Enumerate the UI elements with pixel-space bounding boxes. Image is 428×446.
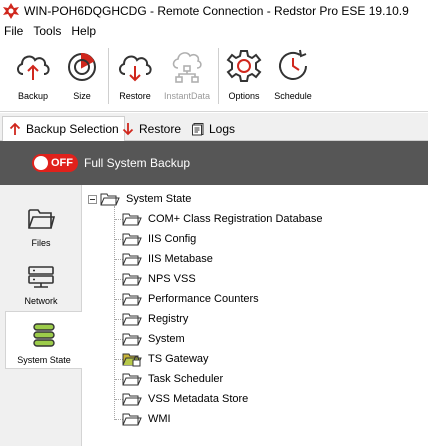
tree-node-system[interactable]: System xyxy=(122,330,185,348)
tree-node-iis-config[interactable]: IIS Config xyxy=(122,230,196,248)
menu-help[interactable]: Help xyxy=(67,24,102,38)
arrow-up-icon xyxy=(9,122,21,135)
sidebar-item-label: Network xyxy=(24,296,58,306)
tab-label: Logs xyxy=(209,121,236,136)
folder-icon xyxy=(122,313,142,326)
ribbon-toolbar: Backup Size Restore InstantData Options … xyxy=(0,42,428,112)
folder-icon xyxy=(28,209,56,229)
tree-node-iis-metabase[interactable]: IIS Metabase xyxy=(122,250,213,268)
tree-node-com-class-registration[interactable]: COM+ Class Registration Database xyxy=(122,210,323,228)
options-button[interactable]: Options xyxy=(224,46,264,106)
backup-button[interactable]: Backup xyxy=(12,46,54,106)
toggle-state-label: OFF xyxy=(51,157,73,169)
tree-node-label: Performance Counters xyxy=(148,293,259,305)
toggle-knob xyxy=(34,156,48,170)
gear-icon xyxy=(226,50,262,82)
instantdata-icon xyxy=(172,52,202,83)
folder-open-icon xyxy=(100,193,120,206)
restore-label: Restore xyxy=(119,91,151,101)
tree-node-label: VSS Metadata Store xyxy=(148,393,249,405)
tab-restore[interactable]: Restore xyxy=(116,116,186,141)
options-label: Options xyxy=(228,91,260,101)
folder-icon xyxy=(122,253,142,266)
tree-node-registry[interactable]: Registry xyxy=(122,310,188,328)
full-system-backup-toggle[interactable]: OFF xyxy=(32,154,78,172)
tree-node-ts-gateway[interactable]: TS Gateway xyxy=(122,350,209,368)
tab-label: Backup Selection xyxy=(26,122,119,136)
tree-node-task-scheduler[interactable]: Task Scheduler xyxy=(122,370,223,388)
system-state-icon xyxy=(33,323,55,347)
arrow-down-icon xyxy=(122,122,134,135)
folder-icon xyxy=(122,273,142,286)
sidebar-item-network[interactable]: Network xyxy=(6,253,76,311)
menu-bar: File Tools Help xyxy=(0,21,428,41)
cloud-upload-icon xyxy=(17,55,50,80)
tree-node-label: System State xyxy=(126,193,192,205)
tree-node-label: IIS Metabase xyxy=(148,253,213,265)
sidebar-item-label: System State xyxy=(17,355,71,365)
instantdata-button[interactable]: InstantData xyxy=(162,46,212,106)
clock-icon xyxy=(279,49,307,80)
tree-node-label: WMI xyxy=(148,413,171,425)
folder-icon xyxy=(122,233,142,246)
folder-icon xyxy=(122,213,142,226)
tree-node-label: TS Gateway xyxy=(148,353,209,365)
network-icon xyxy=(28,266,54,288)
restore-button[interactable]: Restore xyxy=(114,46,156,106)
sidebar-item-system-state[interactable]: System State xyxy=(5,311,82,369)
menu-tools[interactable]: Tools xyxy=(29,24,67,38)
banner-title: Full System Backup xyxy=(84,156,191,170)
tree-node-nps-vss[interactable]: NPS VSS xyxy=(122,270,196,288)
tree-node-label: COM+ Class Registration Database xyxy=(148,213,323,225)
folder-icon xyxy=(122,293,142,306)
size-label: Size xyxy=(73,91,91,101)
title-bar: WIN-POH6DQGHCDG - Remote Connection - Re… xyxy=(0,0,428,21)
tree-node-performance-counters[interactable]: Performance Counters xyxy=(122,290,259,308)
tree-node-label: Task Scheduler xyxy=(148,373,224,385)
tab-label: Restore xyxy=(139,121,182,136)
ribbon-separator xyxy=(108,48,109,104)
sidebar-item-files[interactable]: Files xyxy=(6,195,76,253)
size-button[interactable]: Size xyxy=(62,46,102,106)
tree-node-label: IIS Config xyxy=(148,233,197,245)
ribbon-separator xyxy=(218,48,219,104)
tree-node-label: NPS VSS xyxy=(148,273,196,285)
system-state-tree: System State COM+ Class Registration Dat… xyxy=(82,185,428,446)
tab-strip: Backup Selection Restore Logs xyxy=(0,113,428,142)
logs-icon xyxy=(192,122,204,135)
folder-icon xyxy=(122,373,142,386)
locked-folder-icon xyxy=(122,353,142,367)
cloud-download-icon xyxy=(119,55,152,82)
tab-backup-selection[interactable]: Backup Selection xyxy=(2,116,125,142)
folder-icon xyxy=(122,413,142,426)
window-title: WIN-POH6DQGHCDG - Remote Connection - Re… xyxy=(24,3,409,18)
folder-icon xyxy=(122,393,142,406)
sidebar-item-label: Files xyxy=(31,238,51,248)
tree-node-label: System xyxy=(148,333,185,345)
tree-node-wmi[interactable]: WMI xyxy=(122,410,171,428)
redstor-logo-icon xyxy=(3,2,19,19)
instantdata-label: InstantData xyxy=(163,91,211,101)
folder-icon xyxy=(122,333,142,346)
full-system-backup-banner: OFF Full System Backup xyxy=(0,141,428,185)
tree-node-label: Registry xyxy=(148,313,189,325)
selection-sidebar: Files Network System State xyxy=(0,185,82,446)
tree-node-vss-metadata-store[interactable]: VSS Metadata Store xyxy=(122,390,248,408)
menu-file[interactable]: File xyxy=(0,24,29,38)
schedule-label: Schedule xyxy=(274,91,312,101)
tab-logs[interactable]: Logs xyxy=(186,116,240,141)
schedule-button[interactable]: Schedule xyxy=(272,46,314,106)
size-gauge-icon xyxy=(68,52,96,81)
collapse-toggle-icon[interactable] xyxy=(88,194,97,204)
backup-label: Backup xyxy=(17,91,49,101)
tree-root-system-state[interactable]: System State xyxy=(88,190,191,208)
